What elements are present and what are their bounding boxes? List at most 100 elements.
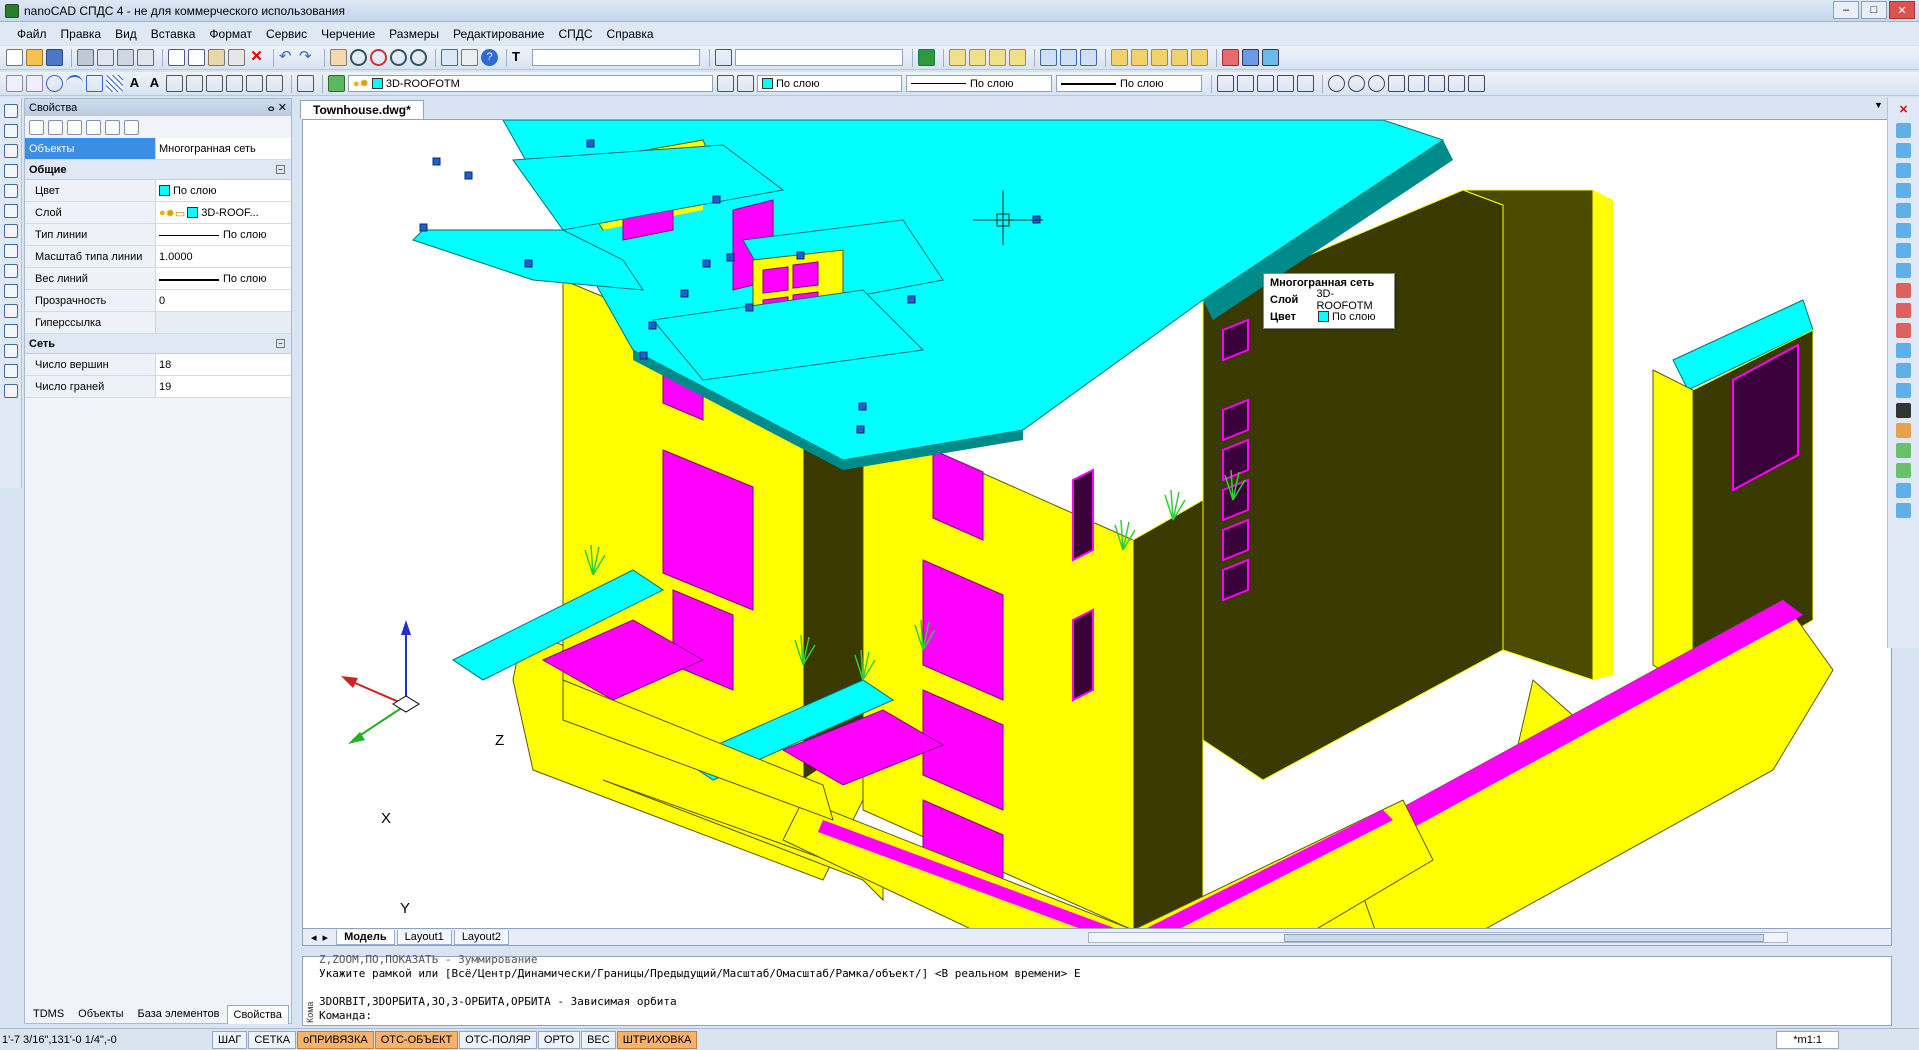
collapse-icon[interactable]: − bbox=[276, 165, 285, 174]
snap-mid-icon[interactable] bbox=[1131, 49, 1148, 66]
tab-scroll-left-icon[interactable]: ◂ bbox=[311, 931, 317, 944]
plot-icon[interactable] bbox=[137, 49, 154, 66]
layer-previous-icon[interactable] bbox=[717, 75, 734, 92]
continuous-dim-icon[interactable] bbox=[1388, 75, 1405, 92]
properties-icon[interactable] bbox=[461, 49, 478, 66]
command-input[interactable]: Команда: bbox=[319, 1009, 372, 1022]
join-tool-icon[interactable] bbox=[1896, 343, 1911, 358]
prop-row-layer[interactable]: Слой ● ✹ ▭ 3D-ROOF... bbox=[25, 202, 291, 224]
grid-button[interactable]: СЕТКА bbox=[248, 1030, 297, 1049]
dim-ordinate-icon[interactable] bbox=[1277, 75, 1294, 92]
text-icon[interactable]: A bbox=[146, 75, 163, 92]
menu-format[interactable]: Формат bbox=[202, 25, 259, 43]
otrack-button[interactable]: ОТС-ОБЪЕКТ bbox=[374, 1030, 459, 1049]
menu-help[interactable]: Справка bbox=[600, 25, 661, 43]
cut-icon[interactable] bbox=[168, 49, 185, 66]
spline-icon[interactable] bbox=[186, 75, 203, 92]
prop-row-vertices[interactable]: Число вершин 18 bbox=[25, 354, 291, 376]
copy-props-icon[interactable] bbox=[105, 119, 120, 135]
open-file-icon[interactable] bbox=[26, 49, 43, 66]
mirror-tool-icon[interactable] bbox=[1896, 143, 1911, 158]
delete-icon[interactable]: ✕ bbox=[248, 49, 265, 66]
draw-xline-icon[interactable] bbox=[969, 49, 986, 66]
redo-icon[interactable]: ↷ bbox=[299, 49, 316, 66]
boundary-tool-icon[interactable] bbox=[1896, 503, 1911, 518]
model-viewport[interactable]: Z X Y Многогранная сеть Слой 3D-ROOFOTM Ц… bbox=[302, 119, 1892, 929]
snap-end-icon[interactable] bbox=[1111, 49, 1128, 66]
save-icon[interactable] bbox=[46, 49, 63, 66]
dim-angular-icon[interactable] bbox=[1080, 49, 1097, 66]
table-icon[interactable] bbox=[1262, 49, 1279, 66]
close-button[interactable]: ✕ bbox=[1889, 1, 1915, 19]
insert-tool-icon[interactable] bbox=[4, 324, 18, 338]
point-tool-icon[interactable] bbox=[4, 344, 18, 358]
center-mark-icon[interactable] bbox=[1428, 75, 1445, 92]
offset-tool-icon[interactable] bbox=[1896, 163, 1911, 178]
ortho-button[interactable]: ОРТО bbox=[537, 1030, 581, 1049]
horizontal-scrollbar[interactable] bbox=[1088, 932, 1788, 943]
pline-icon[interactable] bbox=[26, 75, 43, 92]
prop-row-objects[interactable]: Объекты Многогранная сеть bbox=[25, 138, 291, 160]
layer-state-icon[interactable] bbox=[328, 75, 345, 92]
layer-combo[interactable]: ● ✹ 3D-ROOFOTM bbox=[348, 75, 713, 92]
dim-quick-icon[interactable] bbox=[1217, 75, 1234, 92]
pline-tool-icon[interactable] bbox=[4, 144, 18, 158]
copy-icon[interactable] bbox=[188, 49, 205, 66]
tolerance-icon[interactable] bbox=[1408, 75, 1425, 92]
dim-style-combo[interactable] bbox=[735, 49, 903, 66]
layer-manager-icon[interactable] bbox=[918, 49, 935, 66]
snap-button[interactable]: ШАГ bbox=[212, 1030, 248, 1049]
polar-button[interactable]: ОТС-ПОЛЯР bbox=[459, 1030, 537, 1049]
dim-style-icon[interactable] bbox=[715, 49, 732, 66]
dim-linear-icon[interactable] bbox=[1040, 49, 1057, 66]
osnap-button[interactable]: оПРИВЯЗКА bbox=[297, 1030, 374, 1049]
snap-center-icon[interactable] bbox=[1151, 49, 1168, 66]
paste-props-icon[interactable] bbox=[124, 119, 139, 135]
menu-spds[interactable]: СПДС bbox=[551, 25, 599, 43]
tab-elements-db[interactable]: База элементов bbox=[131, 1004, 227, 1024]
stretch-tool-icon[interactable] bbox=[1896, 263, 1911, 278]
maximize-button[interactable]: □ bbox=[1861, 1, 1887, 19]
match-properties-icon[interactable] bbox=[228, 49, 245, 66]
zoom-window-icon[interactable] bbox=[370, 49, 387, 66]
order-tool-icon[interactable] bbox=[1896, 423, 1911, 438]
color-combo[interactable]: По слою bbox=[757, 75, 902, 92]
layer-iso-icon[interactable] bbox=[737, 75, 754, 92]
annotation-scale[interactable]: *m1:1 bbox=[1776, 1030, 1839, 1049]
minimize-button[interactable]: – bbox=[1833, 1, 1859, 19]
line-icon[interactable] bbox=[6, 75, 23, 92]
hatch-button[interactable]: ШТРИХОВКА bbox=[616, 1030, 698, 1049]
orbit-icon[interactable] bbox=[1348, 75, 1365, 92]
array-tool-icon[interactable] bbox=[1896, 183, 1911, 198]
point-icon[interactable] bbox=[206, 75, 223, 92]
scrollbar-thumb[interactable] bbox=[1284, 934, 1764, 942]
menu-dimensions[interactable]: Размеры bbox=[382, 25, 446, 43]
explode-tool-icon[interactable] bbox=[1896, 403, 1911, 418]
menu-modify[interactable]: Редактирование bbox=[446, 25, 551, 43]
building-3d-view[interactable] bbox=[303, 120, 1892, 929]
dim-edit-icon[interactable] bbox=[1448, 75, 1465, 92]
lineweight-combo[interactable]: По слою bbox=[1056, 75, 1202, 92]
rectangle-tool-icon[interactable] bbox=[4, 184, 18, 198]
text-tool-icon[interactable] bbox=[4, 384, 18, 398]
select-objects-icon[interactable] bbox=[29, 119, 44, 135]
panel-close-icon[interactable]: ⴰ ✕ bbox=[268, 101, 287, 114]
linetype-combo[interactable]: По слою bbox=[906, 75, 1052, 92]
arc-tool-icon[interactable] bbox=[4, 204, 18, 218]
tab-townhouse[interactable]: Townhouse.dwg* bbox=[300, 100, 424, 119]
tab-properties[interactable]: Свойства bbox=[226, 1005, 289, 1024]
image-icon[interactable] bbox=[246, 75, 263, 92]
zoom-extents-icon[interactable] bbox=[410, 49, 427, 66]
hatch-icon[interactable] bbox=[106, 75, 123, 92]
circle-icon[interactable] bbox=[46, 75, 63, 92]
quick-select-icon[interactable] bbox=[67, 119, 82, 135]
wipeout-icon[interactable] bbox=[266, 75, 283, 92]
prop-group-mesh[interactable]: Сеть − bbox=[25, 334, 291, 354]
tab-objects[interactable]: Объекты bbox=[71, 1004, 130, 1024]
menu-view[interactable]: Вид bbox=[108, 25, 144, 43]
circle-tool-icon[interactable] bbox=[1328, 75, 1345, 92]
draw-line-icon[interactable] bbox=[949, 49, 966, 66]
collapse-icon[interactable]: − bbox=[276, 339, 285, 348]
prop-row-transparency[interactable]: Прозрачность 0 bbox=[25, 290, 291, 312]
text-style-icon[interactable]: T bbox=[512, 49, 529, 66]
